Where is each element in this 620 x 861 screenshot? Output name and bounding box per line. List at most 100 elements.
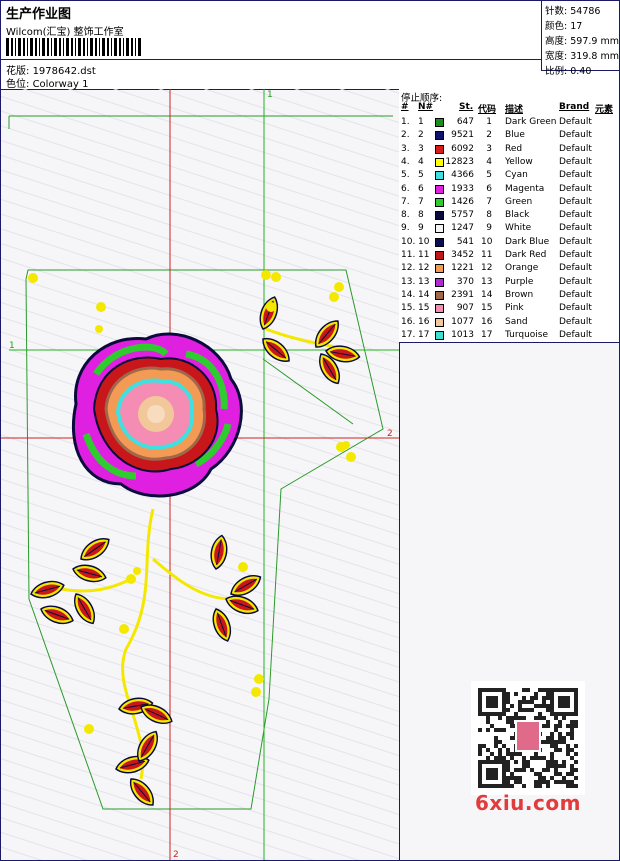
guide-label-v-red: 2: [173, 850, 179, 860]
design-width: 宽度: 319.8 mm: [545, 51, 619, 62]
design-canvas[interactable]: 1 1 2 2: [1, 89, 400, 860]
col-header-extra: 元素: [595, 105, 614, 115]
stop-sequence-row: 14. 14 2391 14 Brown Default: [399, 289, 619, 302]
stop-sequence-row: 13. 13 370 13 Purple Default: [399, 276, 619, 289]
stop-sequence-row: 9. 9 1247 9 White Default: [399, 222, 619, 235]
stitch-count-cell: 2391: [451, 289, 474, 300]
color-description: Blue: [505, 130, 525, 141]
col-header-desc: 描述: [505, 105, 524, 115]
thread-brand: Default: [559, 156, 592, 167]
row-number: 11.: [401, 250, 416, 260]
needle-number: 16: [418, 316, 430, 327]
needle-number: 9: [418, 223, 424, 234]
thread-brand: Default: [559, 117, 592, 127]
needle-number: 6: [418, 183, 424, 194]
color-description: Green: [505, 196, 533, 207]
stitch-count-cell: 6092: [451, 143, 474, 154]
color-description: Dark Green: [505, 117, 557, 127]
stitch-count-cell: 1426: [451, 196, 474, 207]
needle-number: 11: [418, 250, 430, 260]
thread-brand: Default: [559, 223, 592, 234]
colorway: 色位: Colorway 1: [6, 75, 88, 90]
page-title: 生产作业图: [6, 7, 72, 22]
row-number: 13.: [401, 276, 416, 287]
stop-sequence-panel: 停止顺序: # N# St. 代码 描述 Brand 元素 1. 1 647 1 Dar…: [399, 89, 619, 343]
watermark-site: 6xiu.com: [475, 791, 581, 815]
row-number: 16.: [401, 316, 416, 327]
color-code: 16: [481, 316, 493, 327]
row-number: 7.: [401, 196, 410, 207]
color-description: Brown: [505, 289, 534, 300]
needle-number: 3: [418, 143, 424, 154]
row-number: 10.: [401, 236, 416, 247]
needle-number: 8: [418, 210, 424, 221]
stitch-count-cell: 1247: [451, 223, 474, 234]
row-number: 14.: [401, 289, 416, 300]
col-header-num: #: [401, 102, 409, 112]
thread-brand: Default: [559, 316, 592, 327]
thread-brand: Default: [559, 196, 592, 207]
needle-number: 2: [418, 130, 424, 141]
thread-brand: Default: [559, 130, 592, 141]
stop-sequence-row: 1. 1 647 1 Dark Green Default: [399, 116, 619, 129]
color-description: Turquoise: [505, 329, 549, 340]
stitch-count-cell: 1013: [451, 329, 474, 340]
guide-label-h-red: 2: [387, 429, 393, 439]
thread-brand: Default: [559, 329, 592, 340]
thread-brand: Default: [559, 250, 592, 260]
barcode-icon: [6, 38, 141, 56]
color-description: Dark Red: [505, 250, 547, 260]
stop-sequence-row: 11. 11 3452 11 Dark Red Default: [399, 249, 619, 262]
stitch-count-cell: 1221: [451, 263, 474, 274]
needle-number: 15: [418, 303, 430, 314]
thread-brand: Default: [559, 289, 592, 300]
stitch-count-cell: 5757: [451, 210, 474, 221]
needle-number: 12: [418, 263, 430, 274]
thread-brand: Default: [559, 210, 592, 221]
color-code: 17: [481, 329, 493, 340]
header: 生产作业图 Wilcom(汇宝) 整饰工作室 花版: 1978642.dst 色…: [1, 1, 619, 90]
needle-number: 10: [418, 236, 430, 247]
stop-sequence-row: 12. 12 1221 12 Orange Default: [399, 262, 619, 275]
color-description: Sand: [505, 316, 528, 327]
needle-number: 5: [418, 170, 424, 181]
color-code: 5: [486, 170, 492, 181]
stitch-count-cell: 9521: [451, 130, 474, 141]
stitch-count-cell: 541: [456, 236, 474, 247]
needle-number: 7: [418, 196, 424, 207]
col-header-n: N#: [418, 102, 434, 112]
qr-code-icon: [471, 681, 585, 795]
color-code: 6: [486, 183, 492, 194]
stitch-count-cell: 3452: [451, 250, 474, 260]
color-description: White: [505, 223, 532, 234]
color-code: 9: [486, 223, 492, 234]
design-info-box: 针数: 54786 颜色: 17 高度: 597.9 mm 宽度: 319.8 …: [541, 1, 619, 77]
col-header-stitches: St.: [459, 102, 474, 112]
row-number: 15.: [401, 303, 416, 314]
thread-brand: Default: [559, 236, 592, 247]
color-description: Yellow: [505, 156, 533, 167]
thread-brand: Default: [559, 263, 592, 274]
color-description: Black: [505, 210, 530, 221]
color-code: 14: [481, 289, 493, 300]
design-height: 高度: 597.9 mm: [545, 36, 619, 47]
stop-sequence-row: 2. 2 9521 2 Blue Default: [399, 129, 619, 142]
color-code: 2: [486, 130, 492, 141]
guide-label-h-green: 1: [9, 341, 15, 351]
thread-brand: Default: [559, 276, 592, 287]
color-code: 13: [481, 276, 493, 287]
color-code: 3: [486, 143, 492, 154]
needle-number: 13: [418, 276, 430, 287]
stop-sequence-row: 15. 15 907 15 Pink Default: [399, 302, 619, 315]
color-code: 15: [481, 303, 493, 314]
row-number: 17.: [401, 329, 416, 340]
row-number: 9.: [401, 223, 410, 234]
seal-stamp-icon: [515, 720, 541, 752]
thread-brand: Default: [559, 183, 592, 194]
thread-brand: Default: [559, 170, 592, 181]
production-worksheet: 生产作业图 Wilcom(汇宝) 整饰工作室 花版: 1978642.dst 色…: [0, 0, 620, 861]
stitch-count-cell: 370: [456, 276, 474, 287]
row-number: 4.: [401, 156, 410, 167]
header-divider: [1, 59, 541, 60]
needle-number: 14: [418, 289, 430, 300]
